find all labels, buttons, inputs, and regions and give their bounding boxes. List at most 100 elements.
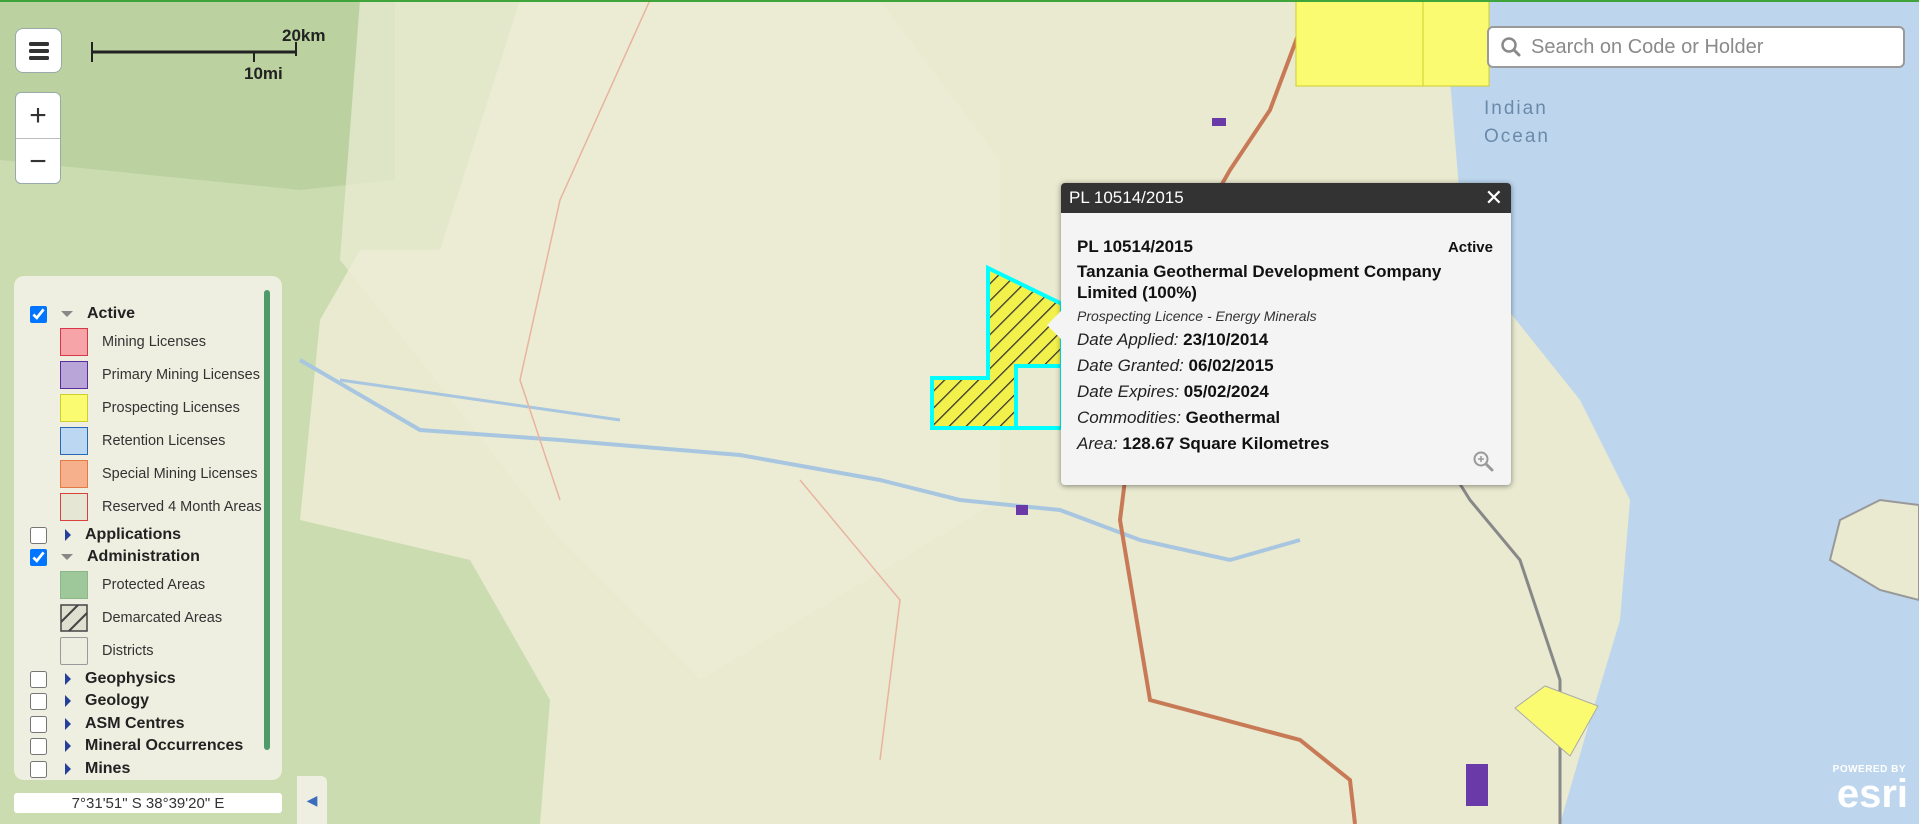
top-accent-line [0, 0, 1919, 2]
detail-key: Date Applied: [1077, 330, 1179, 349]
collapsed-arrow-icon[interactable] [65, 763, 71, 775]
detail-key: Date Expires: [1077, 382, 1180, 401]
legend-item-protected: Protected Areas [60, 570, 205, 600]
collapsed-arrow-icon[interactable] [65, 529, 71, 541]
coordinate-readout: 7°31'51" S 38°39'20" E [14, 793, 282, 813]
collapsed-arrow-icon[interactable] [65, 673, 71, 685]
legend-item-retention: Retention Licenses [60, 426, 225, 456]
detail-value: 06/02/2015 [1188, 356, 1274, 375]
search-box [1487, 26, 1905, 68]
primary-mining-swatch [60, 361, 88, 389]
collapsed-arrow-icon[interactable] [65, 740, 71, 752]
prospecting-license-2 [1422, 0, 1490, 87]
prospecting-swatch [60, 394, 88, 422]
info-popup: PL 10514/2015 ✕ PL 10514/2015 Active Tan… [1047, 183, 1511, 485]
demarcated-swatch [60, 604, 88, 632]
status-badge: Active [1447, 239, 1493, 256]
active-checkbox[interactable] [30, 305, 47, 323]
legend-item-label: Retention Licenses [102, 433, 226, 449]
legend-item-label: Districts [102, 643, 154, 659]
popup-title: PL 10514/2015 [1069, 188, 1184, 207]
zoom-out-button[interactable]: − [16, 139, 60, 184]
legend-item-demarcated: Demarcated Areas [60, 603, 222, 633]
license-type: Prospecting Licence - Energy Minerals [1077, 308, 1317, 324]
legend-item-districts: Districts [60, 636, 154, 666]
legend-item-special-mining: Special Mining Licenses [60, 459, 258, 489]
administration-label: Administration [87, 548, 200, 565]
protected-swatch [60, 571, 88, 599]
detail-row: Date Expires: 05/02/2024 [1077, 382, 1495, 402]
menu-button[interactable] [15, 28, 62, 73]
detail-row: Commodities: Geothermal [1077, 408, 1495, 428]
detail-value: 23/10/2014 [1183, 330, 1269, 349]
legend-item-label: Special Mining Licenses [102, 466, 258, 482]
geophysics-label: Geophysics [85, 670, 176, 687]
legend-item-primary-mining: Primary Mining Licenses [60, 360, 260, 390]
mining-license-swatch [60, 328, 88, 356]
layer-group-applications[interactable]: Applications [30, 524, 181, 546]
legend-item-reserved: Reserved 4 Month Areas [60, 492, 262, 522]
mineral-checkbox[interactable] [30, 737, 47, 755]
layer-group-geology[interactable]: Geology [30, 690, 149, 712]
expanded-arrow-icon[interactable] [61, 554, 73, 560]
administration-checkbox[interactable] [30, 548, 47, 566]
search-input[interactable] [1529, 34, 1893, 60]
mine-marker-2 [1212, 118, 1226, 126]
legend-item-label: Reserved 4 Month Areas [102, 499, 262, 515]
ocean-label-1: Indian [1484, 98, 1548, 119]
mine-cluster [1466, 764, 1488, 806]
expanded-arrow-icon[interactable] [61, 311, 73, 317]
active-label: Active [87, 305, 136, 322]
esri-wordmark: esri [1836, 772, 1908, 816]
detail-value: Geothermal [1185, 408, 1281, 427]
legend-panel: Active Mining Licenses Primary Mining Li… [14, 276, 282, 780]
license-id: PL 10514/2015 [1077, 237, 1193, 256]
map-canvas[interactable]: Indian Ocean [0, 0, 1919, 824]
retention-swatch [60, 427, 88, 455]
layer-group-geophysics[interactable]: Geophysics [30, 668, 176, 690]
asm-checkbox[interactable] [30, 715, 47, 733]
districts-swatch [60, 637, 88, 665]
legend-scrollbar[interactable] [264, 290, 270, 750]
search-icon [1501, 37, 1521, 57]
collapsed-arrow-icon[interactable] [65, 718, 71, 730]
legend-item-label: Demarcated Areas [102, 610, 223, 626]
mineral-label: Mineral Occurrences [85, 737, 244, 754]
zoom-control: + − [15, 92, 61, 184]
legend-item-label: Primary Mining Licenses [102, 367, 260, 383]
detail-key: Commodities: [1077, 408, 1181, 427]
layer-group-asm[interactable]: ASM Centres [30, 713, 185, 735]
layer-group-mines[interactable]: Mines [30, 758, 130, 780]
zoom-in-button[interactable]: + [16, 93, 60, 139]
applications-label: Applications [85, 526, 182, 543]
geophysics-checkbox[interactable] [30, 670, 47, 688]
esri-logo[interactable]: POWERED BY esri [1818, 764, 1912, 818]
mines-label: Mines [85, 760, 131, 777]
prospecting-license [1295, 0, 1424, 87]
geology-checkbox[interactable] [30, 692, 47, 710]
popup-pointer [1047, 311, 1061, 339]
close-icon[interactable]: ✕ [1485, 187, 1503, 209]
layer-group-administration[interactable]: Administration [30, 546, 200, 568]
mine-marker [1016, 505, 1028, 515]
scale-bar: 20km 10mi [90, 26, 340, 86]
zoom-to-icon[interactable] [1471, 449, 1495, 473]
collapsed-arrow-icon[interactable] [65, 695, 71, 707]
collapse-panel-button[interactable]: ◀ [297, 776, 327, 824]
applications-checkbox[interactable] [30, 526, 47, 544]
popup-body: PL 10514/2015 Active Tanzania Geothermal… [1061, 213, 1511, 464]
hamburger-icon [28, 41, 49, 60]
detail-value: 128.67 Square Kilometres [1122, 434, 1330, 453]
layer-group-mineral[interactable]: Mineral Occurrences [30, 735, 243, 757]
triangle-left-icon: ◀ [306, 791, 318, 808]
license-holder: Tanzania Geothermal Development Company … [1077, 262, 1442, 302]
legend-item-prospecting: Prospecting Licenses [60, 393, 240, 423]
mines-checkbox[interactable] [30, 760, 47, 778]
detail-key: Date Granted: [1077, 356, 1184, 375]
layer-group-active[interactable]: Active [30, 303, 135, 325]
detail-row: Area: 128.67 Square Kilometres [1077, 434, 1495, 454]
geology-label: Geology [85, 692, 150, 709]
detail-row: Date Applied: 23/10/2014 [1077, 330, 1495, 350]
detail-key: Area: [1077, 434, 1118, 453]
detail-value: 05/02/2024 [1183, 382, 1269, 401]
